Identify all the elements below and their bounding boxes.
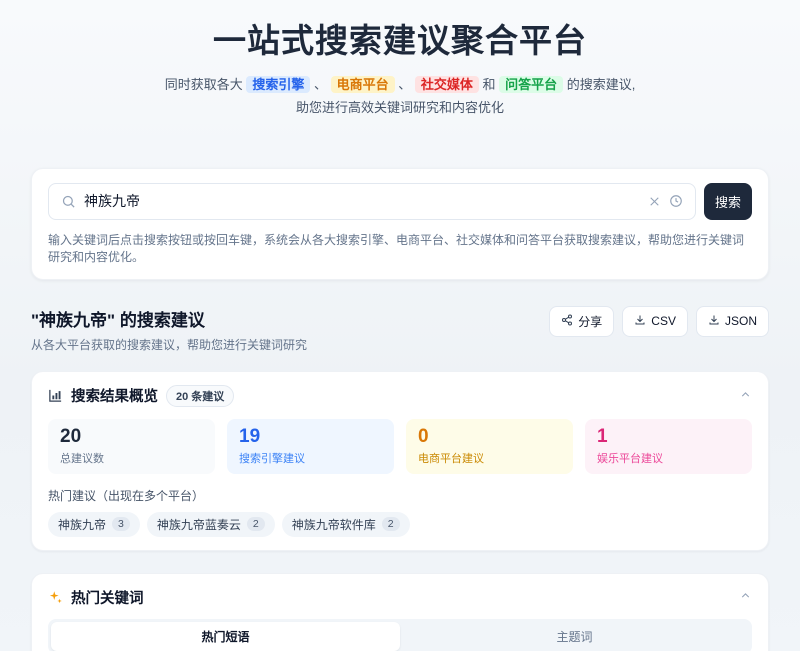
keywords-title: 热门关键词: [71, 587, 144, 608]
stat-value: 1: [597, 426, 740, 448]
stats-grid: 20 总建议数 19 搜索引擎建议 0 电商平台建议 1 娱乐平台建议: [48, 419, 752, 474]
results-subtitle: 从各大平台获取的搜索建议，帮助您进行关键词研究: [31, 336, 307, 353]
subtitle-suffix: 的搜索建议,: [563, 77, 635, 92]
subtitle-prefix: 同时获取各大: [165, 77, 247, 92]
hot-suggestions-label: 热门建议（出现在多个平台）: [48, 487, 752, 504]
results-title: "神族九帝" 的搜索建议: [31, 306, 307, 331]
stat-label: 电商平台建议: [418, 450, 561, 466]
chevron-up-icon: [739, 589, 752, 605]
search-box: [48, 183, 696, 220]
hot-suggestions-list: 神族九帝 3 神族九帝蓝奏云 2 神族九帝软件库 2: [48, 512, 752, 537]
export-json-button[interactable]: JSON: [696, 306, 769, 337]
chip-label: 神族九帝蓝奏云: [157, 516, 241, 533]
export-csv-button[interactable]: CSV: [622, 306, 688, 337]
stat-label: 娱乐平台建议: [597, 450, 740, 466]
search-row: 搜索: [48, 183, 752, 220]
share-icon: [561, 314, 573, 329]
download-icon: [634, 314, 646, 329]
hot-suggestion-chip[interactable]: 神族九帝蓝奏云 2: [147, 512, 275, 537]
page-title: 一站式搜索建议聚合平台: [31, 14, 769, 62]
clear-input-icon[interactable]: [648, 195, 661, 208]
search-button[interactable]: 搜索: [704, 183, 752, 220]
sparkles-icon: [48, 590, 63, 605]
hero-header: 一站式搜索建议聚合平台 同时获取各大 搜索引擎 、 电商平台 、 社交媒体 和 …: [31, 0, 769, 120]
csv-button-label: CSV: [651, 314, 676, 328]
keywords-card: 热门关键词 热门短语 主题词 神族九帝 3平台 神族九帝蓝奏云 2平台: [31, 573, 769, 651]
search-icon: [61, 194, 76, 209]
subtitle-separator: 、: [310, 77, 330, 92]
overview-count-badge: 20 条建议: [166, 385, 234, 407]
overview-collapse-button[interactable]: [739, 388, 752, 404]
history-icon[interactable]: [669, 194, 683, 208]
tab-topic-words[interactable]: 主题词: [400, 622, 749, 651]
hot-suggestion-chip[interactable]: 神族九帝 3: [48, 512, 140, 537]
overview-title: 搜索结果概览: [71, 385, 158, 406]
page-container: 一站式搜索建议聚合平台 同时获取各大 搜索引擎 、 电商平台 、 社交媒体 和 …: [31, 0, 769, 651]
subtitle-separator: 、: [395, 77, 415, 92]
results-header-text: "神族九帝" 的搜索建议 从各大平台获取的搜索建议，帮助您进行关键词研究: [31, 306, 307, 353]
chip-label: 神族九帝: [58, 516, 106, 533]
download-icon: [708, 314, 720, 329]
tab-hot-phrases[interactable]: 热门短语: [51, 622, 400, 651]
stat-label: 搜索引擎建议: [239, 450, 382, 466]
keywords-tabs: 热门短语 主题词: [48, 619, 752, 651]
stat-search-engine: 19 搜索引擎建议: [227, 419, 394, 474]
stat-ecommerce: 0 电商平台建议: [406, 419, 573, 474]
stat-value: 19: [239, 426, 382, 448]
highlight-qa-platform: 问答平台: [499, 76, 563, 93]
page-subtitle: 同时获取各大 搜索引擎 、 电商平台 、 社交媒体 和 问答平台 的搜索建议, …: [31, 74, 769, 120]
keywords-card-header: 热门关键词: [48, 587, 752, 608]
bar-chart-icon: [48, 388, 63, 403]
overview-card-header: 搜索结果概览 20 条建议: [48, 385, 752, 407]
chip-count-badge: 3: [112, 517, 130, 531]
subtitle-line2: 助您进行高效关键词研究和内容优化: [296, 100, 504, 115]
stat-total-suggestions: 20 总建议数: [48, 419, 215, 474]
keywords-collapse-button[interactable]: [739, 589, 752, 605]
results-header: "神族九帝" 的搜索建议 从各大平台获取的搜索建议，帮助您进行关键词研究 分享 …: [31, 306, 769, 353]
subtitle-and: 和: [479, 77, 499, 92]
chevron-up-icon: [739, 388, 752, 404]
highlight-ecommerce: 电商平台: [331, 76, 395, 93]
search-input[interactable]: [84, 193, 640, 209]
chip-count-badge: 2: [382, 517, 400, 531]
stat-value: 20: [60, 426, 203, 448]
chip-count-badge: 2: [247, 517, 265, 531]
chip-label: 神族九帝软件库: [292, 516, 376, 533]
highlight-social-media: 社交媒体: [415, 76, 479, 93]
stat-value: 0: [418, 426, 561, 448]
stat-label: 总建议数: [60, 450, 203, 466]
share-button[interactable]: 分享: [549, 306, 614, 337]
results-actions: 分享 CSV JSON: [549, 306, 769, 337]
hot-suggestion-chip[interactable]: 神族九帝软件库 2: [282, 512, 410, 537]
search-helper-text: 输入关键词后点击搜索按钮或按回车键，系统会从各大搜索引擎、电商平台、社交媒体和问…: [48, 231, 752, 265]
overview-card: 搜索结果概览 20 条建议 20 总建议数 19 搜索引擎建议 0 电商平台建议: [31, 371, 769, 551]
highlight-search-engines: 搜索引擎: [246, 76, 310, 93]
search-card: 搜索 输入关键词后点击搜索按钮或按回车键，系统会从各大搜索引擎、电商平台、社交媒…: [31, 168, 769, 280]
json-button-label: JSON: [725, 314, 757, 328]
stat-entertainment: 1 娱乐平台建议: [585, 419, 752, 474]
share-button-label: 分享: [578, 313, 602, 330]
